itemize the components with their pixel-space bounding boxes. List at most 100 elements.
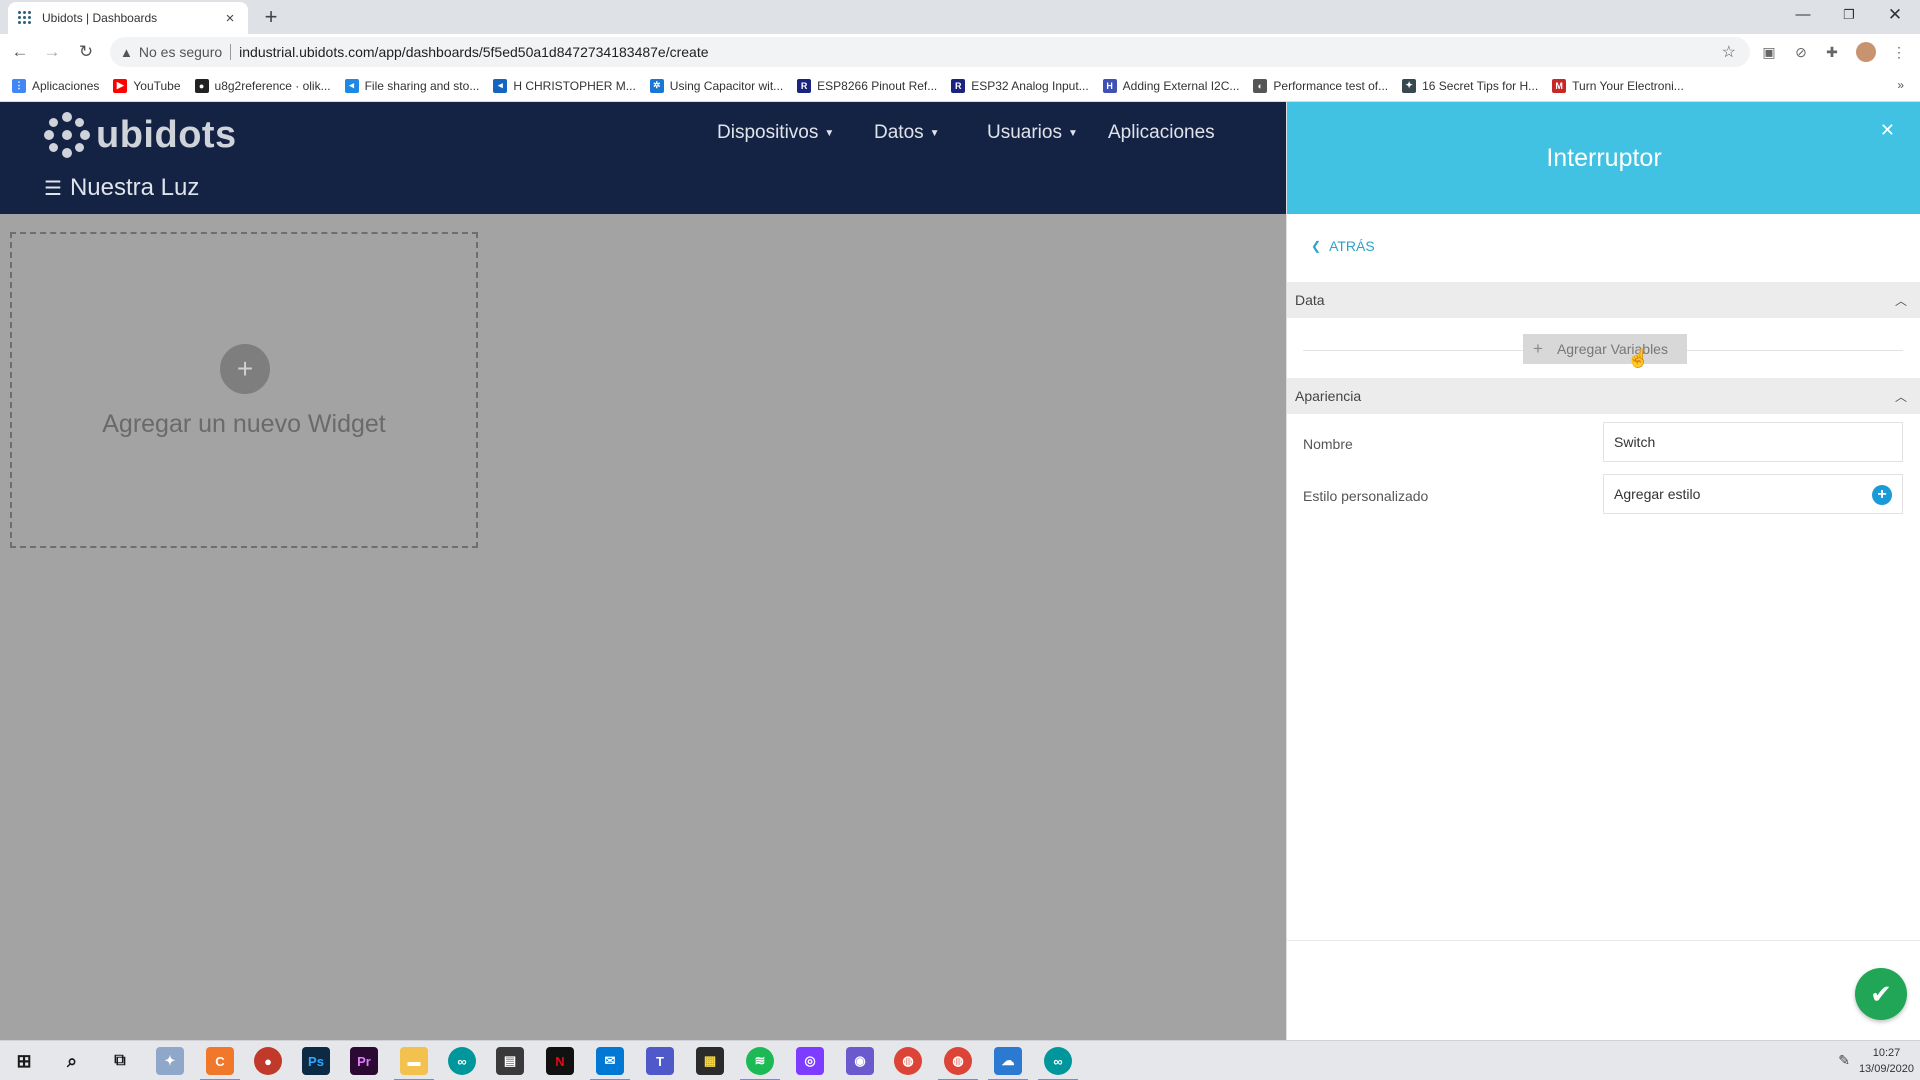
nav-aplicaciones[interactable]: Aplicaciones (1108, 122, 1215, 144)
bookmark-item[interactable]: ◂ File sharing and sto... (344, 78, 480, 93)
premiere-icon[interactable]: Pr (350, 1047, 378, 1075)
appearance-section-header[interactable]: Apariencia ︿ (1287, 378, 1920, 414)
bookmark-item[interactable]: ⋮ Aplicaciones (12, 78, 99, 93)
bookmark-item[interactable]: H Adding External I2C... (1102, 78, 1239, 93)
bookmark-item[interactable]: ✦ 16 Secret Tips for H... (1402, 78, 1538, 93)
dashboard-name: Nuestra Luz (69, 174, 200, 201)
bookmark-label: YouTube (133, 78, 181, 93)
nav-label: Dispositivos (717, 122, 819, 143)
hamburger-menu-icon[interactable]: ☰ (44, 176, 62, 201)
bookmark-item[interactable]: ✲ Using Capacitor wit... (649, 78, 784, 93)
block-icon[interactable]: ⊘ (1792, 43, 1810, 61)
forward-arrow-icon[interactable]: → (40, 40, 64, 64)
new-tab-button[interactable]: + (258, 4, 284, 30)
app-icon[interactable]: ✦ (156, 1047, 184, 1075)
name-label: Nombre (1303, 436, 1353, 452)
add-widget-label: Agregar un nuevo Widget (102, 410, 386, 438)
bookmark-favicon-icon: ✦ (1402, 78, 1417, 93)
security-status[interactable]: No es seguro (139, 44, 222, 60)
browser-menu-icon[interactable]: ⋮ (1890, 43, 1908, 61)
url-text[interactable]: industrial.ubidots.com/app/dashboards/5f… (239, 44, 708, 60)
bookmark-label: File sharing and sto... (364, 78, 480, 93)
bookmark-item[interactable]: M Turn Your Electroni... (1552, 78, 1684, 93)
system-clock[interactable]: 10:27 13/09/2020 (1859, 1045, 1914, 1077)
windows-start-icon[interactable]: ⊞ (10, 1047, 38, 1075)
extensions-puzzle-icon[interactable]: ✚ (1823, 43, 1841, 61)
bookmark-item[interactable]: R ESP8266 Pinout Ref... (797, 78, 938, 93)
ubidots-logo[interactable]: ubidots (44, 112, 237, 158)
bookmark-favicon-icon: ◂ (493, 78, 508, 93)
bookmark-item[interactable]: ◂ H CHRISTOPHER M... (493, 78, 636, 93)
custom-style-field[interactable]: Agregar estilo + (1603, 474, 1903, 514)
app-icon[interactable]: ☁ (988, 1047, 1028, 1080)
netflix-icon[interactable]: N (546, 1047, 574, 1075)
minimize-icon[interactable]: — (1780, 0, 1826, 30)
bookmark-item[interactable]: ● u8g2reference · olik... (194, 78, 331, 93)
mail-icon[interactable]: ✉ (590, 1047, 630, 1080)
app-icon[interactable]: ▦ (696, 1047, 724, 1075)
bookmark-favicon-icon: R (797, 78, 812, 93)
nav-usuarios[interactable]: Usuarios ▼ (987, 122, 1078, 144)
caret-down-icon: ▼ (929, 127, 940, 139)
chevron-up-icon[interactable]: ︿ (1895, 388, 1907, 405)
add-widget-plus-icon[interactable]: + (220, 344, 270, 394)
panel-close-icon[interactable]: ✕ (1880, 120, 1895, 141)
data-section-header[interactable]: Data ︿ (1287, 282, 1920, 318)
search-icon[interactable]: ⌕ (58, 1047, 86, 1075)
teams-icon[interactable]: T (646, 1047, 674, 1075)
bookmark-label: Using Capacitor wit... (669, 78, 784, 93)
arduino-icon[interactable]: ∞ (1038, 1047, 1078, 1080)
chrome-icon[interactable]: ◍ (894, 1047, 922, 1075)
chevron-up-icon[interactable]: ︿ (1895, 292, 1907, 309)
nav-datos[interactable]: Datos ▼ (874, 122, 940, 144)
cast-icon[interactable]: ▣ (1760, 43, 1778, 61)
add-style-plus-icon[interactable]: + (1872, 485, 1892, 505)
add-variables-label: Agregar Variables (1556, 341, 1668, 357)
browser-toolbar: ← → ↻ ▲ No es seguro industrial.ubidots.… (0, 34, 1920, 70)
app-icon[interactable]: ◉ (846, 1047, 874, 1075)
clock-time: 10:27 (1872, 1047, 1901, 1059)
nav-dispositivos[interactable]: Dispositivos ▼ (717, 122, 834, 144)
bookmark-item[interactable]: R ESP32 Analog Input... (951, 78, 1089, 93)
photoshop-icon[interactable]: Ps (302, 1047, 330, 1075)
bookmark-label: u8g2reference · olik... (214, 78, 331, 93)
panel-footer-divider (1287, 940, 1920, 941)
dashboard-title[interactable]: ☰ Nuestra Luz (44, 174, 199, 202)
bookmark-label: H CHRISTOPHER M... (513, 78, 636, 93)
bookmark-label: ESP32 Analog Input... (971, 78, 1089, 93)
app-icon[interactable]: C (200, 1047, 240, 1080)
bookmark-item[interactable]: ▶ YouTube (113, 78, 181, 93)
window-close-icon[interactable]: ✕ (1872, 0, 1918, 30)
bookmark-label: ESP8266 Pinout Ref... (817, 78, 938, 93)
add-widget-placeholder[interactable]: + Agregar un nuevo Widget (10, 232, 478, 548)
app-icon[interactable]: ● (254, 1047, 282, 1075)
app-icon[interactable]: ◎ (796, 1047, 824, 1075)
bookmark-star-icon[interactable]: ☆ (1722, 42, 1736, 62)
add-variables-button[interactable]: + Agregar Variables (1523, 334, 1687, 364)
bookmark-item[interactable]: ◐ Performance test of... (1253, 78, 1388, 93)
store-icon[interactable]: ▤ (496, 1047, 524, 1075)
widget-config-panel: Interruptor ✕ ❮ ATRÁS Data ︿ + Agregar V… (1286, 102, 1920, 1040)
file-explorer-icon[interactable]: ▬ (394, 1047, 434, 1080)
windows-taskbar: ⊞ ⌕ ⧉ ✦ C ● Ps Pr ▬ ∞ ▤ N ✉ T ▦ ≋ ◎ ◉ ◍ … (0, 1040, 1920, 1080)
section-title: Apariencia (1295, 388, 1362, 404)
spotify-icon[interactable]: ≋ (740, 1047, 780, 1080)
reload-icon[interactable]: ↻ (74, 40, 98, 64)
pen-icon[interactable]: ✎ (1838, 1052, 1850, 1069)
confirm-check-button[interactable]: ✔ (1855, 968, 1907, 1020)
back-link[interactable]: ❮ ATRÁS (1311, 238, 1375, 254)
browser-tab[interactable]: Ubidots | Dashboards × (8, 2, 248, 34)
address-bar[interactable]: ▲ No es seguro industrial.ubidots.com/ap… (110, 37, 1750, 67)
task-view-icon[interactable]: ⧉ (106, 1047, 134, 1075)
bookmarks-overflow-icon[interactable]: » (1897, 78, 1904, 92)
dashboard-canvas: + Agregar un nuevo Widget (0, 214, 1286, 1040)
profile-avatar[interactable] (1856, 42, 1876, 62)
tab-close-icon[interactable]: × (222, 10, 238, 27)
bookmark-label: Turn Your Electroni... (1572, 78, 1684, 93)
arduino-icon[interactable]: ∞ (448, 1047, 476, 1075)
name-input[interactable] (1603, 422, 1903, 462)
back-arrow-icon[interactable]: ← (8, 40, 32, 64)
restore-icon[interactable]: ❐ (1826, 0, 1872, 30)
bookmark-favicon-icon: M (1552, 78, 1567, 93)
chrome-profile-icon[interactable]: ◍ (938, 1047, 978, 1080)
